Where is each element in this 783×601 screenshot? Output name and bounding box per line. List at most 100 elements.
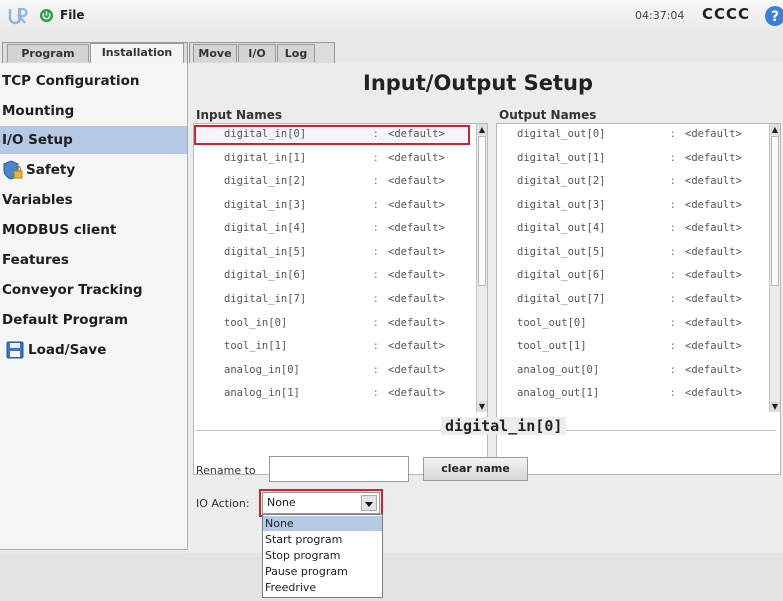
input-row[interactable]: digital_in[3] : <default> <box>194 196 470 216</box>
io-name: digital_in[0] <box>224 128 307 140</box>
tab-bar: Program Installation Move I/O Log <box>0 32 783 65</box>
page-title: Input/Output Setup <box>363 71 594 95</box>
output-list-scrollbar[interactable]: ▲ ▼ <box>769 124 780 412</box>
output-row[interactable]: analog_out[0] : <default> <box>497 361 767 381</box>
io-value: <default> <box>388 128 445 140</box>
io-name: digital_in[5] <box>224 246 307 258</box>
io-value: <default> <box>685 128 742 140</box>
io-action-select[interactable]: None <box>259 489 383 517</box>
sidebar-item-conveyor-tracking[interactable]: Conveyor Tracking <box>0 276 187 304</box>
io-name: digital_out[4] <box>517 222 606 234</box>
scroll-down-arrow-icon[interactable]: ▼ <box>477 401 487 412</box>
io-separator: : <box>671 387 675 399</box>
scroll-down-arrow-icon[interactable]: ▼ <box>770 401 780 412</box>
io-action-selected-value: None <box>267 496 296 509</box>
input-row[interactable]: analog_in[1] : <default> <box>194 384 470 404</box>
rename-input[interactable] <box>269 456 409 482</box>
sidebar-item-features[interactable]: Features <box>0 246 187 274</box>
rename-label: Rename to <box>196 464 256 477</box>
output-row[interactable]: digital_out[0] : <default> <box>497 125 767 145</box>
tab-log[interactable]: Log <box>277 44 315 62</box>
io-action-label: IO Action: <box>196 497 250 510</box>
output-row[interactable]: digital_out[6] : <default> <box>497 266 767 286</box>
power-status-icon[interactable] <box>39 8 54 23</box>
output-row[interactable]: digital_out[4] : <default> <box>497 219 767 239</box>
io-separator: : <box>374 175 378 187</box>
io-name: tool_out[1] <box>517 340 587 352</box>
io-value: <default> <box>685 222 742 234</box>
scrollbar-thumb[interactable] <box>771 136 779 286</box>
output-row[interactable]: digital_out[3] : <default> <box>497 196 767 216</box>
sidebar-item-variables[interactable]: Variables <box>0 186 187 214</box>
output-row[interactable]: tool_out[0] : <default> <box>497 314 767 334</box>
installation-sidebar: TCP Configuration Mounting I/O Setup Saf… <box>0 63 188 550</box>
input-row[interactable]: tool_in[0] : <default> <box>194 314 470 334</box>
io-value: <default> <box>388 340 445 352</box>
input-row[interactable]: digital_in[5] : <default> <box>194 243 470 263</box>
sidebar-item-default-program[interactable]: Default Program <box>0 306 187 334</box>
io-value: <default> <box>388 222 445 234</box>
sidebar-item-safety[interactable]: Safety <box>0 156 187 184</box>
tab-move[interactable]: Move <box>193 44 237 62</box>
sidebar-item-io-setup[interactable]: I/O Setup <box>0 126 187 154</box>
input-row[interactable]: digital_in[2] : <default> <box>194 172 470 192</box>
io-separator: : <box>374 199 378 211</box>
input-list-scrollbar[interactable]: ▲ ▼ <box>476 124 487 412</box>
io-value: <default> <box>685 269 742 281</box>
output-row[interactable]: digital_out[1] : <default> <box>497 149 767 169</box>
io-name: tool_out[0] <box>517 317 587 329</box>
universal-robots-logo-icon <box>8 7 28 25</box>
io-name: analog_out[0] <box>517 364 600 376</box>
dropdown-option-freedrive[interactable]: Freedrive <box>263 580 382 595</box>
io-value: <default> <box>685 364 742 376</box>
input-row[interactable]: digital_in[1] : <default> <box>194 149 470 169</box>
io-separator: : <box>374 128 378 140</box>
tab-io[interactable]: I/O <box>238 44 276 62</box>
output-row[interactable]: tool_out[1] : <default> <box>497 337 767 357</box>
io-value: <default> <box>685 340 742 352</box>
input-names-heading: Input Names <box>196 108 282 122</box>
io-value: <default> <box>388 387 445 399</box>
io-value: <default> <box>388 317 445 329</box>
input-row[interactable]: digital_in[4] : <default> <box>194 219 470 239</box>
io-name: digital_out[2] <box>517 175 606 187</box>
chevron-down-icon[interactable] <box>361 495 377 511</box>
dropdown-option-none[interactable]: None <box>263 516 382 531</box>
scroll-up-arrow-icon[interactable]: ▲ <box>477 124 487 135</box>
sidebar-item-modbus-client[interactable]: MODBUS client <box>0 216 187 244</box>
io-name: analog_in[0] <box>224 364 300 376</box>
tab-program[interactable]: Program <box>7 44 89 62</box>
io-action-dropdown[interactable]: None Start program Stop program Pause pr… <box>262 514 383 598</box>
input-row[interactable]: digital_in[6] : <default> <box>194 266 470 286</box>
sidebar-item-mounting[interactable]: Mounting <box>0 97 187 125</box>
output-row[interactable]: digital_out[7] : <default> <box>497 290 767 310</box>
io-value: <default> <box>388 364 445 376</box>
help-icon[interactable]: ? <box>764 5 783 27</box>
tab-installation[interactable]: Installation <box>90 43 184 63</box>
output-row[interactable]: digital_out[2] : <default> <box>497 172 767 192</box>
dropdown-option-pause-program[interactable]: Pause program <box>263 564 382 579</box>
sidebar-item-label: I/O Setup <box>2 132 73 148</box>
input-row-selected[interactable]: digital_in[0] : <default> <box>194 125 470 145</box>
input-row[interactable]: analog_in[0] : <default> <box>194 361 470 381</box>
io-value: <default> <box>685 152 742 164</box>
io-separator: : <box>671 364 675 376</box>
sidebar-item-tcp-configuration[interactable]: TCP Configuration <box>0 67 187 95</box>
sidebar-item-label: Load/Save <box>28 342 107 358</box>
dropdown-option-stop-program[interactable]: Stop program <box>263 548 382 563</box>
output-row[interactable]: analog_out[1] : <default> <box>497 384 767 404</box>
input-row[interactable]: tool_in[1] : <default> <box>194 337 470 357</box>
dropdown-option-start-program[interactable]: Start program <box>263 532 382 547</box>
io-value: <default> <box>388 246 445 258</box>
sidebar-item-label: Conveyor Tracking <box>2 282 143 298</box>
sidebar-item-load-save[interactable]: Load/Save <box>0 336 187 364</box>
file-menu[interactable]: File <box>60 8 85 22</box>
scroll-up-arrow-icon[interactable]: ▲ <box>770 124 780 135</box>
clear-name-button[interactable]: clear name <box>423 457 528 481</box>
io-separator: : <box>374 152 378 164</box>
io-name: digital_out[0] <box>517 128 606 140</box>
input-row[interactable]: digital_in[7] : <default> <box>194 290 470 310</box>
io-name: digital_out[7] <box>517 293 606 305</box>
output-row[interactable]: digital_out[5] : <default> <box>497 243 767 263</box>
scrollbar-thumb[interactable] <box>478 136 486 286</box>
